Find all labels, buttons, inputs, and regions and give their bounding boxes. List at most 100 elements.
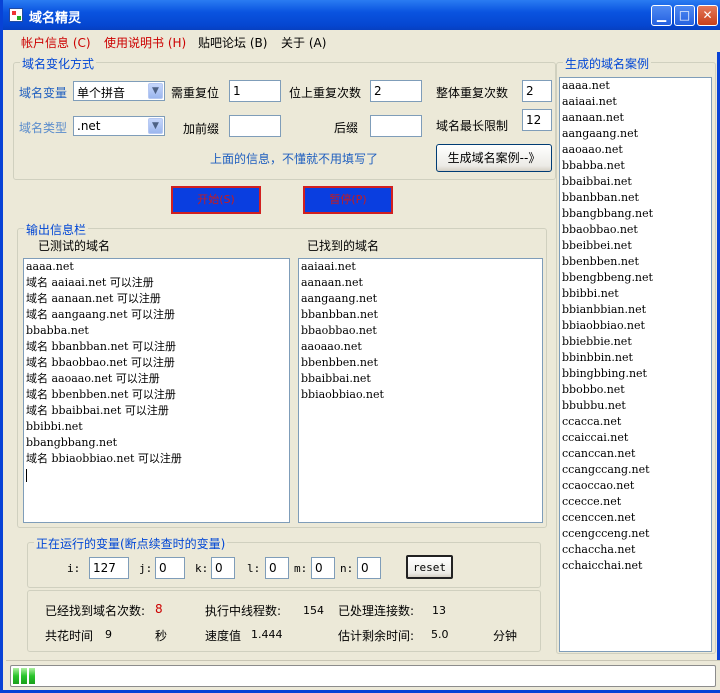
- text-cursor: [24, 467, 289, 483]
- menu-account[interactable]: 帐户信息 (C): [21, 34, 91, 51]
- list-item[interactable]: 域名 bbaibbai.net 可以注册: [24, 403, 289, 419]
- i-input[interactable]: 127: [89, 557, 129, 579]
- list-item[interactable]: aaaa.net: [560, 78, 711, 94]
- list-item[interactable]: 域名 bbiaobbiao.net 可以注册: [24, 451, 289, 467]
- pos-repeat-input[interactable]: 2: [370, 80, 422, 102]
- list-item[interactable]: bbibbi.net: [560, 286, 711, 302]
- close-button[interactable]: ✕: [697, 5, 718, 26]
- main-window: 域名精灵 ▁ □ ✕ 帐户信息 (C) 使用说明书 (H) 贴吧论坛 (B) 关…: [0, 0, 720, 693]
- list-item[interactable]: bbangbbang.net: [560, 206, 711, 222]
- list-item[interactable]: bbiaobbiao.net: [299, 387, 542, 403]
- list-item[interactable]: 域名 aaoaao.net 可以注册: [24, 371, 289, 387]
- list-item[interactable]: aaiaai.net: [299, 259, 542, 275]
- max-len-input[interactable]: 12: [522, 109, 552, 131]
- list-item[interactable]: aaiaai.net: [560, 94, 711, 110]
- k-input[interactable]: 0: [211, 557, 235, 579]
- output-group-title: 输出信息栏: [24, 221, 89, 238]
- list-item[interactable]: bbubbu.net: [560, 398, 711, 414]
- examples-list[interactable]: aaaa.net aaiaai.net aanaan.net aangaang.net…: [559, 77, 712, 652]
- list-item[interactable]: bbaibbai.net: [299, 371, 542, 387]
- list-item[interactable]: 域名 bbenbben.net 可以注册: [24, 387, 289, 403]
- pause-button[interactable]: 暂停(P): [303, 186, 393, 214]
- total-repeat-input[interactable]: 2: [522, 80, 552, 102]
- menu-manual[interactable]: 使用说明书 (H): [104, 34, 186, 51]
- total-repeat-label: 整体重复次数: [436, 86, 509, 100]
- tested-domain-list[interactable]: aaaa.net 域名 aaiaai.net 可以注册 域名 aanaan.net …: [23, 258, 290, 523]
- menu-about[interactable]: 关于 (A): [281, 34, 326, 51]
- list-item[interactable]: ccangccang.net: [560, 462, 711, 478]
- list-item[interactable]: bbaobbao.net: [560, 222, 711, 238]
- type-select[interactable]: .net ▼: [73, 116, 165, 136]
- j-label: j:: [139, 562, 153, 575]
- time-unit: 秒: [155, 629, 168, 643]
- list-item[interactable]: cchaicchai.net: [560, 558, 711, 574]
- list-item[interactable]: bbingbbing.net: [560, 366, 711, 382]
- generate-examples-button[interactable]: 生成域名案例--》: [436, 144, 552, 172]
- progress-segment: [21, 668, 27, 684]
- list-item[interactable]: bbibbi.net: [24, 419, 289, 435]
- list-item[interactable]: ccenccen.net: [560, 510, 711, 526]
- threads-label: 执行中线程数:: [205, 604, 282, 618]
- list-item[interactable]: bbaibbai.net: [560, 174, 711, 190]
- prefix-input[interactable]: [229, 115, 281, 137]
- list-item[interactable]: bbabba.net: [24, 323, 289, 339]
- list-item[interactable]: bbianbbian.net: [560, 302, 711, 318]
- list-item[interactable]: aanaan.net: [560, 110, 711, 126]
- list-item[interactable]: bbengbbeng.net: [560, 270, 711, 286]
- list-item[interactable]: aangaang.net: [299, 291, 542, 307]
- var-select[interactable]: 单个拼音 ▼: [73, 81, 165, 101]
- found-domain-list[interactable]: aaiaai.net aanaan.net aangaang.net bbanbban…: [298, 258, 543, 523]
- list-item[interactable]: 域名 bbanbban.net 可以注册: [24, 339, 289, 355]
- list-item[interactable]: bbaobbao.net: [299, 323, 542, 339]
- list-item[interactable]: 域名 bbaobbao.net 可以注册: [24, 355, 289, 371]
- list-item[interactable]: ccaoccao.net: [560, 478, 711, 494]
- list-item[interactable]: bbinbbin.net: [560, 350, 711, 366]
- speed-value: 1.444: [251, 628, 283, 641]
- k-label: k:: [195, 562, 209, 575]
- list-item[interactable]: cchaccha.net: [560, 542, 711, 558]
- hint-text: 上面的信息，不懂就不用填写了: [210, 152, 379, 166]
- need-reset-input[interactable]: 1: [229, 80, 281, 102]
- list-item[interactable]: bbiaobbiao.net: [560, 318, 711, 334]
- list-item[interactable]: ccecce.net: [560, 494, 711, 510]
- list-item[interactable]: bbiebbie.net: [560, 334, 711, 350]
- minimize-button[interactable]: ▁: [651, 5, 672, 26]
- list-item[interactable]: aangaang.net: [560, 126, 711, 142]
- n-label: n:: [340, 562, 354, 575]
- speed-label: 速度值: [205, 629, 242, 643]
- list-item[interactable]: 域名 aangaang.net 可以注册: [24, 307, 289, 323]
- list-item[interactable]: aaaa.net: [24, 259, 289, 275]
- list-item[interactable]: bbenbben.net: [299, 355, 542, 371]
- list-item[interactable]: ccanccan.net: [560, 446, 711, 462]
- maximize-button[interactable]: □: [674, 5, 695, 26]
- l-input[interactable]: 0: [265, 557, 289, 579]
- chevron-down-icon[interactable]: ▼: [148, 83, 163, 99]
- remaining-unit: 分钟: [493, 629, 518, 643]
- list-item[interactable]: bbanbban.net: [560, 190, 711, 206]
- list-item[interactable]: ccacca.net: [560, 414, 711, 430]
- list-item[interactable]: bbenbben.net: [560, 254, 711, 270]
- l-label: l:: [247, 562, 261, 575]
- chevron-down-icon[interactable]: ▼: [148, 118, 163, 134]
- reset-button[interactable]: reset: [406, 555, 453, 579]
- title-bar[interactable]: 域名精灵 ▁ □ ✕: [3, 0, 720, 30]
- suffix-input[interactable]: [370, 115, 422, 137]
- list-item[interactable]: bbanbban.net: [299, 307, 542, 323]
- menu-forum[interactable]: 贴吧论坛 (B): [198, 34, 267, 51]
- list-item[interactable]: ccengcceng.net: [560, 526, 711, 542]
- list-item[interactable]: ccaiccai.net: [560, 430, 711, 446]
- type-select-value: .net: [77, 119, 101, 133]
- j-input[interactable]: 0: [155, 557, 185, 579]
- list-item[interactable]: bbobbo.net: [560, 382, 711, 398]
- list-item[interactable]: aaoaao.net: [299, 339, 542, 355]
- m-input[interactable]: 0: [311, 557, 335, 579]
- list-item[interactable]: bbangbbang.net: [24, 435, 289, 451]
- list-item[interactable]: aaoaao.net: [560, 142, 711, 158]
- start-button[interactable]: 开始(S): [171, 186, 261, 214]
- list-item[interactable]: bbabba.net: [560, 158, 711, 174]
- list-item[interactable]: 域名 aaiaai.net 可以注册: [24, 275, 289, 291]
- list-item[interactable]: aanaan.net: [299, 275, 542, 291]
- list-item[interactable]: bbeibbei.net: [560, 238, 711, 254]
- n-input[interactable]: 0: [357, 557, 381, 579]
- list-item[interactable]: 域名 aanaan.net 可以注册: [24, 291, 289, 307]
